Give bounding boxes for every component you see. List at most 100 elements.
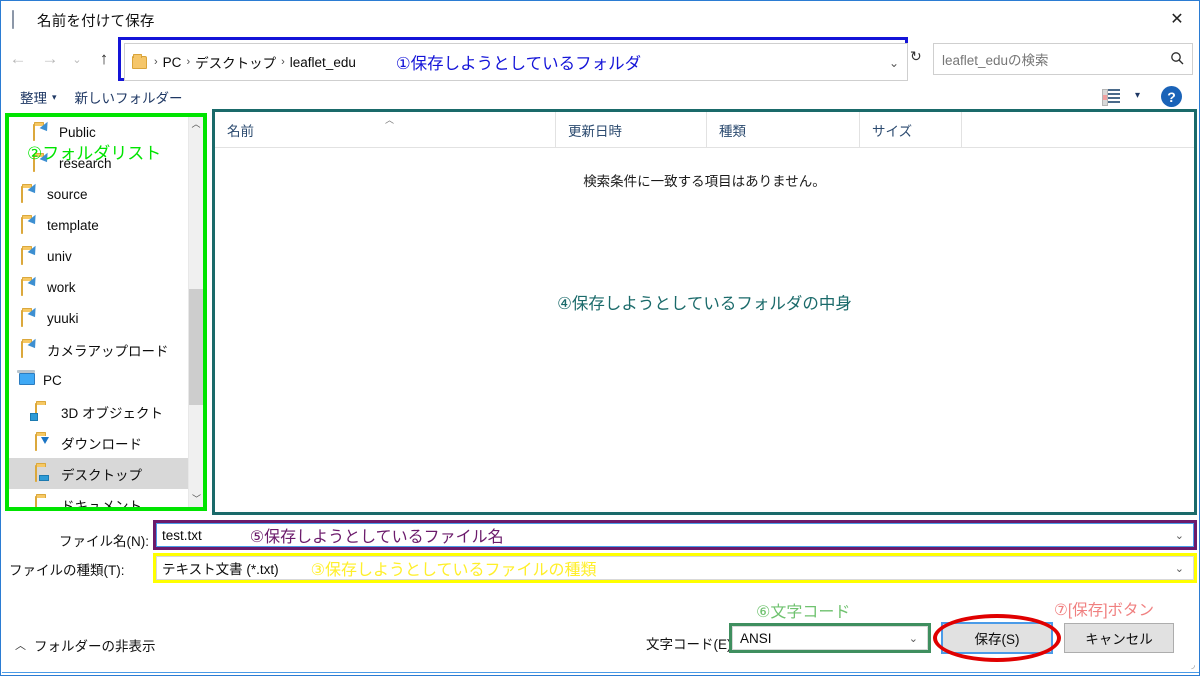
breadcrumb-item-pc[interactable]: PC [159, 55, 186, 70]
tree-item-label: univ [47, 249, 72, 264]
tree-item-template[interactable]: template [9, 210, 203, 241]
chevron-down-icon[interactable]: ▾ [1135, 90, 1140, 101]
recent-locations-icon[interactable]: ⌄ [66, 43, 88, 75]
search-placeholder: leaflet_eduの検索 [942, 53, 1049, 68]
tree-item-3d-objects[interactable]: 3D オブジェクト [9, 396, 203, 427]
tree-item-label: source [47, 187, 88, 202]
tree-item-source[interactable]: source [9, 179, 203, 210]
folder-shortcut-icon [21, 212, 40, 234]
chevron-down-icon[interactable]: ⌄ [1175, 529, 1184, 542]
scroll-down-icon[interactable]: ﹀ [189, 492, 203, 507]
up-icon[interactable]: ↑ [88, 43, 120, 75]
file-type-label: ファイルの種類(T): [9, 563, 125, 578]
tree-item-label: PC [43, 373, 62, 388]
status-line [2, 672, 1199, 675]
column-label: 更新日時 [568, 123, 622, 139]
folder-download-icon [35, 433, 54, 451]
column-header-type[interactable]: 種類 [707, 111, 860, 148]
tree-item-univ[interactable]: univ [9, 241, 203, 272]
folder-shortcut-icon [21, 274, 40, 296]
annotation-7-save-button: ⑦[保存]ボタン [1054, 602, 1155, 619]
breadcrumb: › PC › デスクトップ › leaflet_edu [153, 52, 360, 72]
close-icon[interactable]: ✕ [1154, 2, 1199, 36]
tree-item-yuuki[interactable]: yuuki [9, 303, 203, 334]
tree-item-camera-upload[interactable]: カメラアップロード [9, 334, 203, 365]
address-bar[interactable]: › PC › デスクトップ › leaflet_edu ①保存しようとしているフ… [124, 43, 908, 81]
folder-tree-highlight: Public research source template univ wor… [5, 113, 207, 511]
encoding-highlight: ANSI ⌄ [729, 623, 931, 653]
annotation-6-encoding: ⑥文字コード [756, 604, 851, 621]
tree-item-label: yuuki [47, 311, 79, 326]
tree-item-desktop[interactable]: デスクトップ [9, 458, 203, 489]
tree-item-downloads[interactable]: ダウンロード [9, 427, 203, 458]
encoding-value: ANSI [740, 630, 772, 646]
column-label: 名前 [227, 123, 254, 139]
tree-item-work[interactable]: work [9, 272, 203, 303]
column-header-size[interactable]: サイズ [860, 111, 962, 148]
chevron-up-icon: ︿ [15, 640, 26, 652]
annotation-2-folder-list: ②フォルダリスト [27, 144, 162, 163]
tree-item-label: ドキュメント [61, 498, 142, 508]
folder-desktop-icon [35, 464, 54, 482]
file-name-input[interactable]: test.txt ⑤保存しようとしているファイル名 ⌄ [156, 523, 1194, 547]
tree-item-label: ダウンロード [61, 436, 142, 452]
file-type-highlight: テキスト文書 (*.txt) ③保存しようとしているファイルの種類 ⌄ [153, 553, 1197, 583]
chevron-down-icon[interactable]: ⌄ [909, 632, 918, 645]
tree-item-label: デスクトップ [61, 467, 142, 483]
empty-list-message: 検索条件に一致する項目はありません。 [583, 174, 826, 189]
column-header-name[interactable]: ︿ 名前 [215, 111, 556, 148]
file-name-highlight: test.txt ⑤保存しようとしているファイル名 ⌄ [153, 520, 1197, 550]
breadcrumb-item-desktop[interactable]: デスクトップ [191, 52, 280, 72]
tree-item-label: 3D オブジェクト [61, 405, 164, 421]
refresh-icon[interactable]: ↻ [910, 48, 922, 65]
folder-shortcut-icon [21, 243, 40, 265]
search-input[interactable]: leaflet_eduの検索 [933, 43, 1193, 75]
back-icon[interactable]: ← [2, 43, 34, 75]
organize-label: 整理 [20, 91, 47, 106]
folder-icon [132, 53, 147, 69]
annotation-5-file-name: ⑤保存しようとしているファイル名 [249, 529, 504, 546]
annotation-3-file-type: ③保存しようとしているファイルの種類 [310, 562, 597, 579]
folder-shortcut-icon [21, 336, 40, 358]
help-icon[interactable]: ? [1161, 86, 1182, 107]
tree-item-label: カメラアップロード [47, 343, 169, 359]
tree-item-label: work [47, 280, 76, 295]
save-as-dialog: 名前を付けて保存 ✕ ← → ⌄ ↑ › PC › デスクトップ › leafl… [0, 0, 1200, 676]
resize-grip-icon[interactable]: ◞ [1191, 660, 1195, 671]
scrollbar-thumb[interactable] [189, 289, 203, 405]
file-type-select[interactable]: テキスト文書 (*.txt) ③保存しようとしているファイルの種類 ⌄ [156, 556, 1194, 580]
folder-tree[interactable]: Public research source template univ wor… [9, 117, 203, 507]
tree-item-pc[interactable]: PC [9, 365, 203, 396]
title-bar: 名前を付けて保存 ✕ [2, 2, 1199, 38]
column-label: サイズ [872, 123, 913, 139]
forward-icon[interactable]: → [34, 43, 66, 75]
breadcrumb-item-leaflet-edu[interactable]: leaflet_edu [286, 55, 360, 70]
column-header-date[interactable]: 更新日時 [556, 111, 707, 148]
sort-ascending-icon: ︿ [385, 114, 395, 125]
file-list-header: ︿ 名前 更新日時 種類 サイズ [215, 111, 1194, 148]
chevron-down-icon[interactable]: ⌄ [1175, 562, 1184, 575]
tree-scrollbar[interactable]: ︿ ﹀ [188, 117, 203, 507]
cancel-button[interactable]: キャンセル [1064, 623, 1174, 653]
encoding-select[interactable]: ANSI ⌄ [732, 626, 928, 650]
new-folder-button[interactable]: 新しいフォルダー [75, 87, 183, 107]
annotation-1-folder: ①保存しようとしているフォルダ [395, 55, 642, 73]
folder-documents-icon [35, 495, 54, 507]
hide-folders-button[interactable]: ︿ フォルダーの非表示 [15, 635, 156, 655]
file-name-value: test.txt [162, 527, 202, 543]
scroll-up-icon[interactable]: ︿ [189, 117, 203, 132]
save-button[interactable]: 保存(S) [941, 622, 1053, 654]
file-name-label: ファイル名(N): [59, 534, 149, 549]
tree-item-documents[interactable]: ドキュメント [9, 489, 203, 507]
hide-folders-label: フォルダーの非表示 [34, 639, 156, 654]
pc-icon [17, 373, 36, 389]
view-layout-icon[interactable] [1102, 89, 1120, 106]
file-list-highlight: ︿ 名前 更新日時 種類 サイズ 検索条件に一致する項目はありません。 ④保存し… [212, 109, 1197, 515]
tree-item-label: Public [59, 125, 96, 140]
chevron-down-icon: ▾ [52, 91, 57, 102]
column-label: 種類 [719, 123, 746, 139]
folder-shortcut-icon [21, 181, 40, 203]
organize-button[interactable]: 整理 ▾ [20, 87, 57, 107]
chevron-down-icon[interactable]: ⌄ [889, 56, 899, 70]
search-icon [1170, 51, 1184, 68]
